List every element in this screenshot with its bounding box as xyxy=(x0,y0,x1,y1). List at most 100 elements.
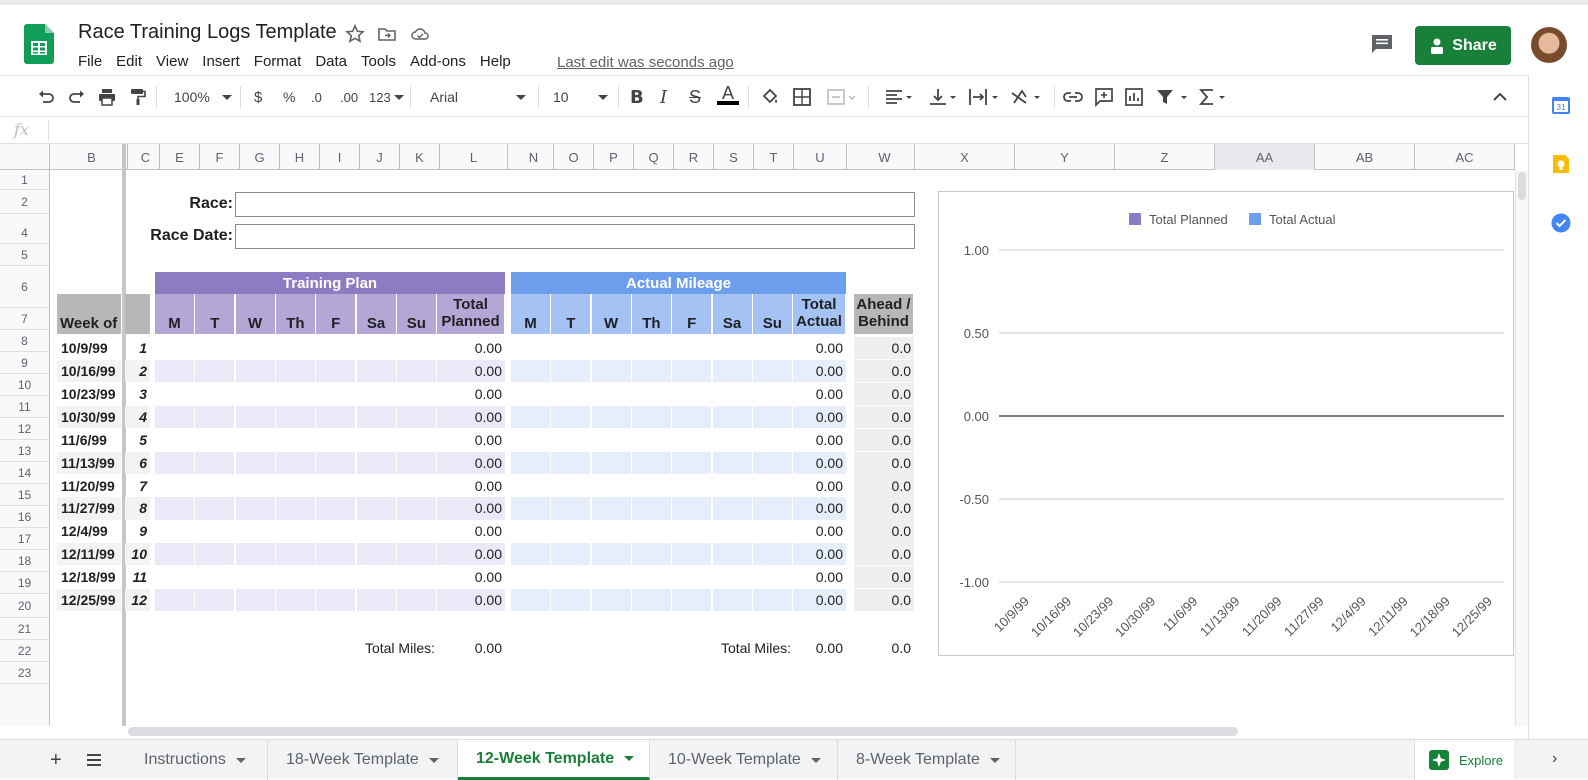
currency-format-button[interactable]: $ xyxy=(254,86,262,108)
week-date[interactable]: 12/4/99 xyxy=(57,520,121,542)
week-date[interactable]: 11/27/99 xyxy=(57,497,121,520)
actual-day-cell[interactable] xyxy=(632,337,672,360)
row-header[interactable]: 2 xyxy=(0,190,49,214)
actual-day-cell[interactable] xyxy=(712,543,753,566)
actual-day-cell[interactable] xyxy=(712,497,753,520)
week-number[interactable]: 9 xyxy=(125,520,150,542)
actual-day-cell[interactable] xyxy=(752,497,793,520)
row-header[interactable]: 9 xyxy=(0,352,49,374)
actual-day-cell[interactable] xyxy=(592,520,632,543)
plan-day-cell[interactable] xyxy=(235,497,276,520)
actual-day-cell[interactable] xyxy=(632,474,672,497)
week-date[interactable]: 11/20/99 xyxy=(57,474,121,496)
actual-day-cell[interactable] xyxy=(672,543,713,566)
total-actual-cell[interactable]: 0.00 xyxy=(793,405,846,429)
actual-day-cell[interactable] xyxy=(551,382,592,406)
actual-day-cell[interactable] xyxy=(551,474,592,497)
plan-day-cell[interactable] xyxy=(195,382,236,406)
actual-day-cell[interactable] xyxy=(511,497,551,520)
plan-day-cell[interactable] xyxy=(396,588,437,612)
actual-day-cell[interactable] xyxy=(632,566,672,589)
ahead-behind-cell[interactable]: 0.0 xyxy=(854,520,914,543)
filter-icon[interactable] xyxy=(1155,86,1191,108)
actual-day-cell[interactable] xyxy=(753,520,793,543)
plan-day-cell[interactable] xyxy=(235,359,276,383)
ahead-behind-cell[interactable]: 0.0 xyxy=(854,588,914,612)
cloud-status-icon[interactable] xyxy=(410,24,430,44)
menu-help[interactable]: Help xyxy=(480,53,511,73)
week-number[interactable]: 8 xyxy=(125,497,150,520)
actual-day-cell[interactable] xyxy=(672,588,713,612)
plan-day-cell[interactable] xyxy=(276,337,316,360)
plan-day-cell[interactable] xyxy=(397,474,437,497)
plan-day-cell[interactable] xyxy=(397,428,437,451)
italic-icon[interactable]: I xyxy=(660,86,667,108)
chevron-down-icon[interactable] xyxy=(989,757,1000,763)
column-header-h[interactable]: H xyxy=(280,144,320,170)
plan-day-cell[interactable] xyxy=(275,359,316,383)
calendar-icon[interactable]: 31 xyxy=(1551,95,1571,115)
column-header-o[interactable]: O xyxy=(554,144,594,170)
actual-day-cell[interactable] xyxy=(511,543,551,566)
total-planned-cell[interactable]: 0.00 xyxy=(437,337,505,359)
actual-day-cell[interactable] xyxy=(712,405,753,429)
actual-day-cell[interactable] xyxy=(752,588,793,612)
row-header[interactable]: 7 xyxy=(0,308,49,330)
total-actual-cell[interactable]: 0.00 xyxy=(793,474,846,496)
sheet-tab[interactable]: Instructions xyxy=(126,740,268,780)
chevron-down-icon[interactable] xyxy=(810,757,821,763)
document-title[interactable]: Race Training Logs Template xyxy=(78,21,337,44)
ahead-behind-cell[interactable]: 0.0 xyxy=(854,337,914,360)
chevron-down-icon[interactable] xyxy=(624,756,635,761)
plan-day-cell[interactable] xyxy=(356,359,397,383)
week-date[interactable]: 10/23/99 xyxy=(57,383,121,405)
ahead-behind-cell[interactable]: 0.0 xyxy=(854,451,914,474)
week-number[interactable]: 5 xyxy=(125,429,150,451)
plan-day-cell[interactable] xyxy=(356,405,397,429)
all-sheets-icon[interactable] xyxy=(86,753,102,767)
plan-day-cell[interactable] xyxy=(396,405,437,429)
week-date[interactable]: 11/6/99 xyxy=(57,429,121,451)
comment-history-icon[interactable] xyxy=(1370,33,1394,55)
actual-day-cell[interactable] xyxy=(592,474,632,497)
actual-day-cell[interactable] xyxy=(631,359,672,383)
plan-day-cell[interactable] xyxy=(316,405,357,429)
plan-day-cell[interactable] xyxy=(316,588,357,612)
total-planned-cell[interactable]: 0.00 xyxy=(437,566,505,588)
total-planned-cell[interactable]: 0.00 xyxy=(437,429,505,451)
actual-day-cell[interactable] xyxy=(591,405,632,429)
ahead-behind-cell[interactable]: 0.0 xyxy=(854,405,914,429)
actual-day-cell[interactable] xyxy=(592,566,632,589)
actual-day-cell[interactable] xyxy=(753,566,793,589)
menu-tools[interactable]: Tools xyxy=(361,53,396,73)
column-header-ac[interactable]: AC xyxy=(1415,144,1515,170)
ahead-behind-cell[interactable]: 0.0 xyxy=(854,497,914,520)
column-header-y[interactable]: Y xyxy=(1015,144,1115,170)
plan-day-cell[interactable] xyxy=(195,451,236,474)
plan-day-cell[interactable] xyxy=(236,520,276,543)
plan-day-cell[interactable] xyxy=(195,497,236,520)
actual-day-cell[interactable] xyxy=(591,359,632,383)
explore-button[interactable]: Explore xyxy=(1414,740,1514,780)
total-actual-cell[interactable]: 0.00 xyxy=(793,383,846,405)
actual-day-cell[interactable] xyxy=(713,566,753,589)
merge-cells-icon[interactable] xyxy=(826,86,856,108)
plan-day-cell[interactable] xyxy=(316,543,357,566)
expand-side-panel-icon[interactable]: › xyxy=(1552,750,1557,768)
actual-day-cell[interactable] xyxy=(632,382,672,406)
zoom-select[interactable]: 100% xyxy=(174,86,232,108)
actual-day-cell[interactable] xyxy=(511,451,551,474)
actual-day-cell[interactable] xyxy=(511,520,551,543)
column-header-q[interactable]: Q xyxy=(634,144,674,170)
total-miles-diff-value[interactable]: 0.0 xyxy=(854,637,914,659)
plan-day-cell[interactable] xyxy=(195,359,236,383)
plan-day-cell[interactable] xyxy=(275,451,316,474)
actual-day-cell[interactable] xyxy=(511,405,551,429)
plan-day-cell[interactable] xyxy=(275,405,316,429)
plan-day-cell[interactable] xyxy=(357,520,397,543)
actual-day-cell[interactable] xyxy=(672,451,713,474)
select-all-corner[interactable] xyxy=(0,144,50,170)
actual-day-cell[interactable] xyxy=(672,337,713,360)
column-header-r[interactable]: R xyxy=(674,144,714,170)
star-icon[interactable] xyxy=(345,24,365,44)
